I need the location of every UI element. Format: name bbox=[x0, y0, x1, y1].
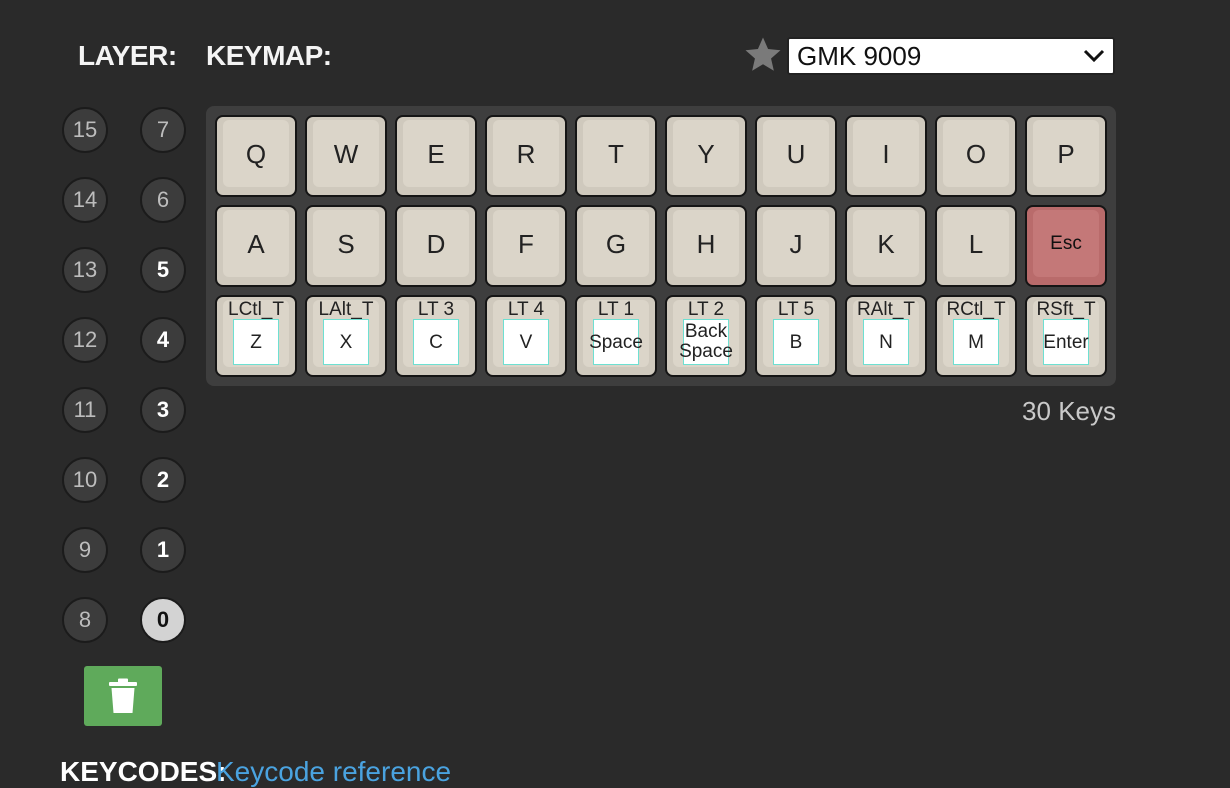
key-tap-box[interactable]: V bbox=[503, 319, 549, 365]
layer-button-7[interactable]: 7 bbox=[140, 107, 186, 153]
key-tap-box[interactable]: X bbox=[323, 319, 369, 365]
key-tap-box[interactable]: Back Space bbox=[679, 319, 733, 365]
keymap-preset-value: GMK 9009 bbox=[797, 40, 922, 71]
layer-button-14[interactable]: 14 bbox=[62, 177, 108, 223]
key-legend: T bbox=[608, 138, 624, 169]
layer-button-6[interactable]: 6 bbox=[140, 177, 186, 223]
layer-button-10[interactable]: 10 bbox=[62, 457, 108, 503]
key-modifier-label: LT 2 bbox=[687, 299, 725, 320]
key-w[interactable]: W bbox=[305, 115, 387, 197]
key-legend: F bbox=[518, 228, 534, 259]
star-icon[interactable] bbox=[742, 34, 784, 76]
key-legend: H bbox=[696, 228, 716, 259]
key-l[interactable]: L bbox=[935, 205, 1017, 287]
key-tap-box[interactable]: B bbox=[773, 319, 819, 365]
keyboard: Q W E R T Y U I O P A S D F G H J K L Esc LCtl_T Z LAlt_T X LT 3… bbox=[206, 106, 1116, 386]
key-legend: D bbox=[426, 228, 446, 259]
key-f[interactable]: F bbox=[485, 205, 567, 287]
key-space[interactable]: LT 1 Space bbox=[575, 295, 657, 377]
key-modifier-label: LT 5 bbox=[777, 299, 815, 320]
key-a[interactable]: A bbox=[215, 205, 297, 287]
key-legend: E bbox=[427, 138, 445, 169]
key-n[interactable]: RAlt_T N bbox=[845, 295, 927, 377]
key-modifier-label: LCtl_T bbox=[228, 299, 284, 320]
key-back-space[interactable]: LT 2 Back Space bbox=[665, 295, 747, 377]
key-v[interactable]: LT 4V bbox=[485, 295, 567, 377]
key-legend: S bbox=[337, 228, 355, 259]
key-h[interactable]: H bbox=[665, 205, 747, 287]
key-legend: O bbox=[965, 138, 987, 169]
key-enter[interactable]: RSft_T Enter bbox=[1025, 295, 1107, 377]
key-c[interactable]: LT 3C bbox=[395, 295, 477, 377]
key-e[interactable]: E bbox=[395, 115, 477, 197]
key-legend: A bbox=[247, 228, 265, 259]
key-legend: R bbox=[516, 138, 536, 169]
layer-button-0[interactable]: 0 bbox=[140, 597, 186, 643]
key-legend: Q bbox=[245, 138, 267, 169]
layer-label: LAYER: bbox=[78, 40, 177, 71]
key-modifier-label: RAlt_T bbox=[856, 299, 916, 320]
key-j[interactable]: J bbox=[755, 205, 837, 287]
key-tap-box[interactable]: C bbox=[413, 319, 459, 365]
key-count: 30 Keys bbox=[1022, 396, 1116, 426]
key-legend: I bbox=[882, 138, 890, 169]
key-legend: W bbox=[333, 138, 359, 169]
key-tap-box[interactable]: Space bbox=[589, 319, 643, 365]
layer-button-11[interactable]: 11 bbox=[62, 387, 108, 433]
layer-button-1[interactable]: 1 bbox=[140, 527, 186, 573]
key-legend: G bbox=[605, 228, 627, 259]
key-p[interactable]: P bbox=[1025, 115, 1107, 197]
key-modifier-label: LT 3 bbox=[417, 299, 455, 320]
key-modifier-label: LT 1 bbox=[597, 299, 635, 320]
key-b[interactable]: LT 5B bbox=[755, 295, 837, 377]
keymap-preset-select[interactable]: GMK 9009 bbox=[787, 37, 1115, 75]
layer-button-8[interactable]: 8 bbox=[62, 597, 108, 643]
layer-button-4[interactable]: 4 bbox=[140, 317, 186, 363]
key-k[interactable]: K bbox=[845, 205, 927, 287]
layer-button-12[interactable]: 12 bbox=[62, 317, 108, 363]
key-x[interactable]: LAlt_T X bbox=[305, 295, 387, 377]
key-y[interactable]: Y bbox=[665, 115, 747, 197]
layer-button-5[interactable]: 5 bbox=[140, 247, 186, 293]
keycodes-label: KEYCODES: bbox=[60, 756, 227, 787]
key-legend: J bbox=[789, 228, 803, 259]
key-tap-box[interactable]: M bbox=[953, 319, 999, 365]
key-tap-box[interactable]: Enter bbox=[1043, 319, 1089, 365]
key-legend: P bbox=[1057, 138, 1075, 169]
keycodes-reference-link[interactable]: Keycode reference bbox=[216, 756, 451, 788]
key-r[interactable]: R bbox=[485, 115, 567, 197]
key-tap-box[interactable]: N bbox=[863, 319, 909, 365]
key-z[interactable]: LCtl_T Z bbox=[215, 295, 297, 377]
layer-button-15[interactable]: 15 bbox=[62, 107, 108, 153]
key-modifier-label: LT 4 bbox=[507, 299, 545, 320]
key-g[interactable]: G bbox=[575, 205, 657, 287]
key-esc[interactable]: Esc bbox=[1025, 205, 1107, 287]
key-s[interactable]: S bbox=[305, 205, 387, 287]
key-legend: Esc bbox=[1050, 233, 1082, 254]
key-modifier-label: LAlt_T bbox=[318, 299, 374, 320]
key-i[interactable]: I bbox=[845, 115, 927, 197]
key-legend: U bbox=[786, 138, 806, 169]
keymap-label: KEYMAP: bbox=[206, 40, 332, 71]
key-legend: Y bbox=[697, 138, 715, 169]
chevron-down-icon bbox=[1083, 49, 1105, 63]
key-d[interactable]: D bbox=[395, 205, 477, 287]
key-m[interactable]: RCtl_T M bbox=[935, 295, 1017, 377]
clear-keymap-button[interactable] bbox=[84, 666, 162, 726]
layer-button-13[interactable]: 13 bbox=[62, 247, 108, 293]
key-modifier-label: RSft_T bbox=[1036, 299, 1096, 320]
layer-button-2[interactable]: 2 bbox=[140, 457, 186, 503]
key-q[interactable]: Q bbox=[215, 115, 297, 197]
layer-button-9[interactable]: 9 bbox=[62, 527, 108, 573]
key-legend: K bbox=[877, 228, 895, 259]
key-modifier-label: RCtl_T bbox=[946, 299, 1006, 320]
layer-button-3[interactable]: 3 bbox=[140, 387, 186, 433]
key-o[interactable]: O bbox=[935, 115, 1017, 197]
key-tap-box[interactable]: Z bbox=[233, 319, 279, 365]
key-legend: L bbox=[968, 228, 984, 259]
key-u[interactable]: U bbox=[755, 115, 837, 197]
trash-icon bbox=[109, 678, 137, 713]
key-t[interactable]: T bbox=[575, 115, 657, 197]
